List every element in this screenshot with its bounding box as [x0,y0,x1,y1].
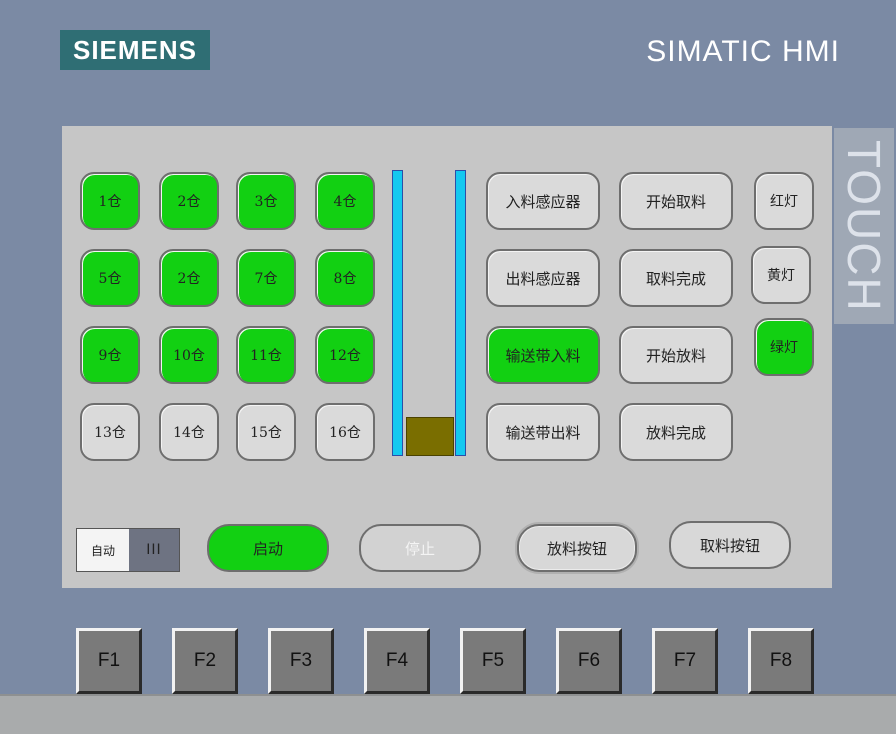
red-lamp-indicator[interactable]: 红灯 [754,172,814,230]
stop-button[interactable]: 停止 [359,524,481,572]
outfeed-sensor-button[interactable]: 出料感应器 [486,249,600,307]
f1-key[interactable]: F1 [76,628,142,694]
bin-1-indicator[interactable]: 1仓 [80,172,140,230]
bin-2-indicator[interactable]: 2仓 [159,172,219,230]
siemens-logo: SIEMENS [60,30,210,70]
pickup-button[interactable]: 取料按钮 [669,521,791,569]
bin-10-indicator[interactable]: 10仓 [159,326,219,384]
f8-key[interactable]: F8 [748,628,814,694]
bin-9-indicator[interactable]: 9仓 [80,326,140,384]
auto-mode-switch[interactable]: 自动 III [76,528,180,572]
shaft-right-rail [455,170,466,456]
bezel-bottom-strip [0,694,896,734]
carrier-block [406,417,454,456]
bin-4-indicator[interactable]: 4仓 [315,172,375,230]
bin-12-indicator[interactable]: 12仓 [315,326,375,384]
f6-key[interactable]: F6 [556,628,622,694]
start-button[interactable]: 启动 [207,524,329,572]
bin-5-indicator[interactable]: 5仓 [80,249,140,307]
discharge-complete-button[interactable]: 放料完成 [619,403,733,461]
infeed-sensor-button[interactable]: 入料感应器 [486,172,600,230]
discharge-button[interactable]: 放料按钮 [517,524,637,572]
hmi-model-title: SIMATIC HMI [646,35,840,68]
bin-3-indicator[interactable]: 3仓 [236,172,296,230]
bin-7-indicator[interactable]: 7仓 [236,249,296,307]
bin-13-indicator[interactable]: 13仓 [80,403,140,461]
shaft-left-rail [392,170,403,456]
f4-key[interactable]: F4 [364,628,430,694]
bin-11-indicator[interactable]: 11仓 [236,326,296,384]
bin-14-indicator[interactable]: 14仓 [159,403,219,461]
mode-switch-label: 自动 [77,529,129,571]
green-lamp-indicator[interactable]: 绿灯 [754,318,814,376]
conveyor-infeed-button[interactable]: 输送带入料 [486,326,600,384]
start-pickup-button[interactable]: 开始取料 [619,172,733,230]
conveyor-outfeed-button[interactable]: 输送带出料 [486,403,600,461]
yellow-lamp-indicator[interactable]: 黄灯 [751,246,811,304]
f7-key[interactable]: F7 [652,628,718,694]
bin-16-indicator[interactable]: 16仓 [315,403,375,461]
f3-key[interactable]: F3 [268,628,334,694]
f5-key[interactable]: F5 [460,628,526,694]
pickup-complete-button[interactable]: 取料完成 [619,249,733,307]
bin-15-indicator[interactable]: 15仓 [236,403,296,461]
mode-switch-knob[interactable]: III [129,529,179,571]
bin-8-indicator[interactable]: 8仓 [315,249,375,307]
bin-6-indicator[interactable]: 2仓 [159,249,219,307]
f2-key[interactable]: F2 [172,628,238,694]
touch-label: TOUCH [834,128,894,324]
start-discharge-button[interactable]: 开始放料 [619,326,733,384]
